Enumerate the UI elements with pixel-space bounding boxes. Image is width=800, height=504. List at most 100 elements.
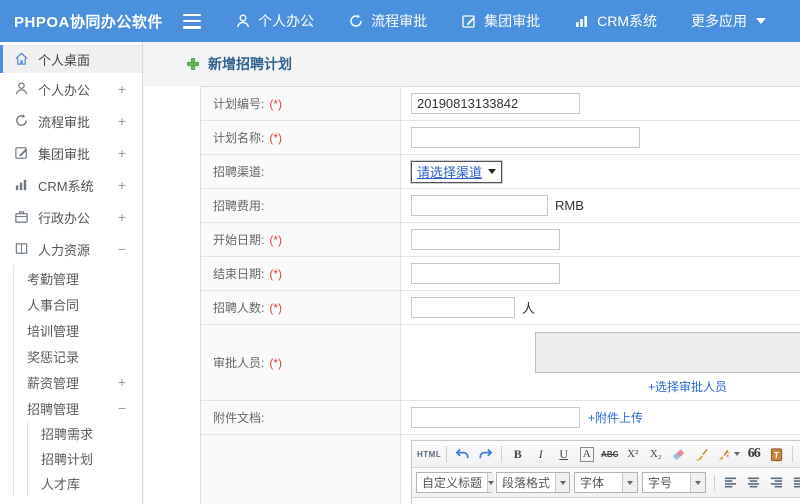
font-size-select[interactable]: 字号 xyxy=(642,472,706,493)
sidebar-item-label: 行政办公 xyxy=(38,210,91,226)
label-text: 附件文档: xyxy=(213,411,265,425)
editor-content-area[interactable] xyxy=(412,498,800,504)
label-text: 结束日期: xyxy=(213,267,265,281)
align-center-icon[interactable] xyxy=(743,472,764,493)
topnav-personal-office[interactable]: 个人办公 xyxy=(235,11,314,31)
blockquote-button[interactable]: 66 xyxy=(743,444,764,465)
paste-icon[interactable]: T xyxy=(766,444,787,465)
sidebar-item-crm[interactable]: CRM系统 + xyxy=(0,169,142,201)
page-title: 新增招聘计划 xyxy=(208,56,292,72)
topnav-crm[interactable]: CRM系统 xyxy=(574,11,657,31)
approvers-textarea[interactable] xyxy=(535,332,800,373)
sidebar-item-label: 考勤管理 xyxy=(27,271,80,287)
bar-chart-icon xyxy=(574,13,590,29)
caret-down-icon xyxy=(555,473,569,492)
label-text: 招聘费用: xyxy=(213,199,265,213)
app-window: PHPOA协同办公软件 个人办公 流程审批 集团审批 CRM系统 更多应用 个人… xyxy=(0,0,800,504)
field-label: 结束日期: (*) xyxy=(201,257,401,290)
recruit-cost-input[interactable] xyxy=(411,195,548,216)
sidebar-item-recruit-demand[interactable]: 招聘需求 xyxy=(28,421,142,446)
expand-icon[interactable]: + xyxy=(118,145,126,161)
align-left-icon[interactable] xyxy=(720,472,741,493)
sidebar-item-attendance[interactable]: 考勤管理 xyxy=(14,265,142,291)
field-label: 审批人员: (*) xyxy=(201,325,401,400)
sidebar-item-label: 招聘需求 xyxy=(41,427,94,442)
field-value: 请选择渠道 xyxy=(401,155,800,188)
required-marker: (*) xyxy=(269,232,283,247)
sidebar-item-personal-office[interactable]: 个人办公 + xyxy=(0,73,142,105)
form-row: 招聘人数: (*) 人 xyxy=(201,291,800,325)
edit-square-icon xyxy=(14,145,30,161)
process-loop-icon xyxy=(348,13,364,29)
plan-name-input[interactable] xyxy=(411,127,640,148)
app-logo[interactable]: PHPOA协同办公软件 xyxy=(0,11,169,32)
topnav-label: 个人办公 xyxy=(258,13,315,29)
field-value xyxy=(401,257,800,290)
form-row: 开始日期: (*) xyxy=(201,223,800,257)
paragraph-format-select[interactable]: 段落格式 xyxy=(496,472,570,493)
hamburger-icon[interactable] xyxy=(182,13,202,29)
toolbar-divider xyxy=(501,446,503,462)
topnav-group-approval[interactable]: 集团审批 xyxy=(461,11,540,31)
channel-select[interactable]: 请选择渠道 xyxy=(411,160,503,183)
choose-approvers-link[interactable]: +选择审批人员 xyxy=(648,378,727,395)
custom-title-select[interactable]: 自定义标题 xyxy=(416,472,495,493)
editor-toolbar-row1: HTML B I U A ABC X² X₂ 66 T xyxy=(412,441,800,468)
expand-icon[interactable]: + xyxy=(118,113,126,129)
sidebar-item-label: 集团审批 xyxy=(38,146,91,162)
sidebar-item-recruit-mgmt[interactable]: 招聘管理 − xyxy=(14,395,142,421)
topnav-more-apps[interactable]: 更多应用 xyxy=(691,11,766,31)
superscript-button[interactable]: X² xyxy=(622,444,643,465)
auto-typeset-icon[interactable] xyxy=(714,444,741,465)
sidebar-item-hr[interactable]: 人力资源 − xyxy=(0,233,142,265)
sidebar-item-talent-pool[interactable]: 人才库 xyxy=(28,471,142,496)
start-date-input[interactable] xyxy=(411,229,560,250)
sidebar-item-group-approval[interactable]: 集团审批 + xyxy=(0,137,142,169)
redo-icon[interactable] xyxy=(475,444,496,465)
attachment-input[interactable] xyxy=(411,407,580,428)
sidebar-item-workflow-approval[interactable]: 流程审批 + xyxy=(0,105,142,137)
sidebar-item-admin-office[interactable]: 行政办公 + xyxy=(0,201,142,233)
expand-icon[interactable]: + xyxy=(118,81,126,97)
topnav-label: 更多应用 xyxy=(691,13,747,29)
sidebar-item-salary[interactable]: 薪资管理 + xyxy=(14,369,142,395)
topnav-label: 流程审批 xyxy=(371,13,428,29)
format-painter-icon[interactable] xyxy=(691,444,712,465)
underline-button[interactable]: U xyxy=(553,444,574,465)
headcount-input[interactable] xyxy=(411,297,515,318)
align-right-icon[interactable] xyxy=(766,472,787,493)
label-text: 审批人员: xyxy=(213,356,265,370)
combo-value: 段落格式 xyxy=(502,476,551,490)
end-date-input[interactable] xyxy=(411,263,560,284)
collapse-icon[interactable]: − xyxy=(118,400,126,416)
editor-toolbar-row2: 自定义标题 段落格式 字体 字号 xyxy=(412,468,800,498)
plan-number-input[interactable] xyxy=(411,93,580,114)
field-value xyxy=(401,87,800,120)
font-family-select[interactable]: 字体 xyxy=(574,472,638,493)
bold-button[interactable]: B xyxy=(507,444,528,465)
sidebar-item-personal-desktop[interactable]: 个人桌面 xyxy=(0,45,142,73)
eraser-icon[interactable] xyxy=(668,444,689,465)
topnav-label: CRM系统 xyxy=(597,13,657,29)
subscript-button[interactable]: X₂ xyxy=(645,444,666,465)
expand-icon[interactable]: + xyxy=(118,209,126,225)
italic-button[interactable]: I xyxy=(530,444,551,465)
topnav-workflow-approval[interactable]: 流程审批 xyxy=(348,11,427,31)
strikethrough-button[interactable]: ABC xyxy=(599,444,620,465)
expand-icon[interactable]: + xyxy=(118,177,126,193)
expand-icon[interactable]: + xyxy=(118,374,126,390)
attachment-upload-link[interactable]: +附件上传 xyxy=(588,409,643,426)
undo-icon[interactable] xyxy=(452,444,473,465)
sidebar-item-reward-punish[interactable]: 奖惩记录 xyxy=(14,343,142,369)
sidebar-item-label: 招聘管理 xyxy=(27,401,80,417)
sidebar-item-label: 薪资管理 xyxy=(27,375,80,391)
recruit-plan-form: 计划编号: (*) 计划名称: (*) 招聘渠道: xyxy=(200,86,800,504)
font-border-button[interactable]: A xyxy=(579,446,594,462)
field-label: 招聘费用: xyxy=(201,189,401,222)
align-justify-icon[interactable] xyxy=(789,472,800,493)
sidebar-item-hr-contract[interactable]: 人事合同 xyxy=(14,291,142,317)
collapse-icon[interactable]: − xyxy=(118,241,126,257)
source-code-button[interactable]: HTML xyxy=(417,444,441,465)
sidebar-item-training[interactable]: 培训管理 xyxy=(14,317,142,343)
sidebar-item-recruit-plan[interactable]: 招聘计划 xyxy=(28,446,142,471)
